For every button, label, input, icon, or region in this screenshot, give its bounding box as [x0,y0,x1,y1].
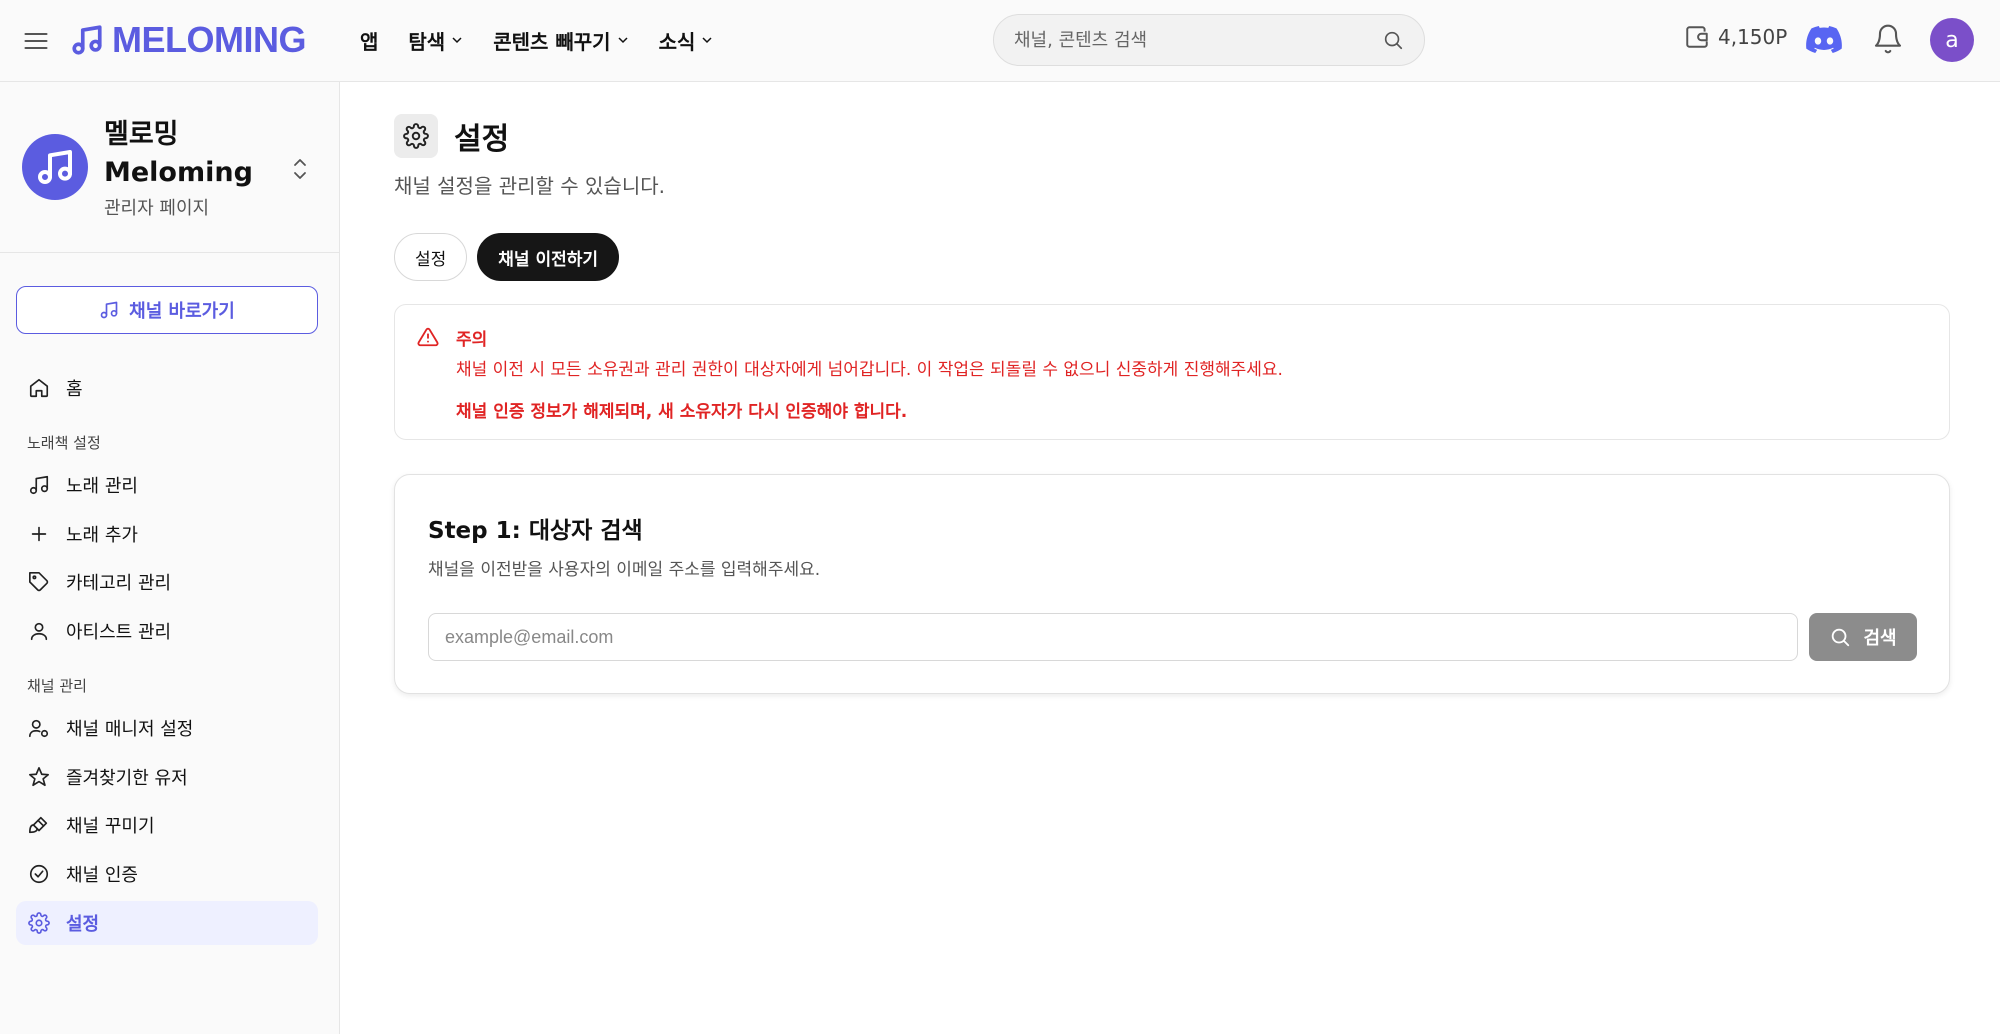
music-note-icon [99,300,119,320]
sidebar-item-label: 노래 관리 [66,476,138,497]
bell-icon[interactable] [1872,22,1904,56]
search-button-label: 검색 [1863,628,1897,649]
alert-triangle-icon [417,326,439,348]
page-description: 채널 설정을 관리할 수 있습니다. [394,174,665,198]
sidebar-item-category[interactable]: 카테고리 관리 [16,560,318,604]
sidebar-item-label: 설정 [66,914,100,935]
step1-card: Step 1: 대상자 검색 채널을 이전받을 사용자의 이메일 주소를 입력해… [394,474,1950,694]
user-cog-icon [28,717,50,739]
nav-news[interactable]: 소식 [659,26,714,55]
warning-message: 채널 이전 시 모든 소유권과 관리 권한이 대상자에게 넘어갑니다. 이 작업… [456,360,1283,380]
sidebar-item-favorites[interactable]: 즐겨찾기한 유저 [16,755,318,799]
logo-text: MELOMING [112,19,306,60]
sidebar: 멜로밍 Meloming 관리자 페이지 채널 바로가기 홈 노래책 설정 노래… [0,82,340,1034]
nav-label: 콘텐츠 빼꾸기 [493,29,611,54]
search-user-button[interactable]: 검색 [1809,613,1917,661]
menu-icon[interactable] [22,27,50,55]
step1-title: Step 1: 대상자 검색 [428,518,643,544]
badge-check-icon [28,863,50,885]
sidebar-item-song-add[interactable]: 노래 추가 [16,512,318,556]
email-field[interactable] [428,613,1798,661]
wallet-icon [1684,24,1710,50]
home-icon [28,377,50,399]
page-title: 설정 [454,122,510,157]
star-icon [28,766,50,788]
sidebar-item-label: 채널 매니저 설정 [66,719,194,740]
points-balance[interactable]: 4,150P [1684,24,1787,50]
settings-tabs: 설정 채널 이전하기 [394,233,620,281]
user-avatar[interactable]: a [1930,18,1974,62]
music-note-icon [35,147,75,187]
tab-settings[interactable]: 설정 [394,233,468,281]
channel-switcher[interactable]: 멜로밍 Meloming 관리자 페이지 [22,116,318,219]
sidebar-item-manager[interactable]: 채널 매니저 설정 [16,706,318,750]
gear-icon [28,912,50,934]
channel-avatar [22,134,88,200]
search-icon [1829,626,1851,648]
goto-channel-button[interactable]: 채널 바로가기 [16,286,318,334]
user-icon [28,620,50,642]
brush-icon [28,814,50,836]
sidebar-item-label: 아티스트 관리 [66,622,172,643]
tab-transfer-channel[interactable]: 채널 이전하기 [477,233,620,281]
channel-subtitle: 관리자 페이지 [104,198,210,219]
sidebar-item-label: 채널 꾸미기 [66,816,155,837]
nav-explore[interactable]: 탐색 [408,26,463,55]
nav-label: 소식 [658,29,696,54]
sidebar-item-label: 채널 인증 [66,865,138,886]
sidebar-item-label: 즐겨찾기한 유저 [66,768,188,789]
sidebar-item-settings[interactable]: 설정 [16,901,318,945]
sidebar-item-artist[interactable]: 아티스트 관리 [16,609,318,653]
warning-title: 주의 [456,330,488,350]
tag-icon [28,571,50,593]
chevron-down-icon [617,34,629,46]
chevron-down-icon [701,34,713,46]
logo[interactable]: MELOMING [70,18,306,62]
chevron-up-down-icon [290,156,310,182]
search-bar [993,14,1425,66]
sidebar-item-home[interactable]: 홈 [16,366,318,410]
sidebar-item-label: 카테고리 관리 [66,573,172,594]
top-header: MELOMING 앱 탐색 콘텐츠 빼꾸기 소식 4,150P [0,0,2000,82]
sidebar-item-song-manage[interactable]: 노래 관리 [16,463,318,507]
chevron-down-icon [451,34,463,46]
discord-icon[interactable] [1806,24,1842,56]
goto-channel-label: 채널 바로가기 [129,301,235,322]
section-songbook: 노래책 설정 [27,434,101,452]
section-channel: 채널 관리 [27,677,87,695]
nav-app[interactable]: 앱 [360,26,378,55]
step1-description: 채널을 이전받을 사용자의 이메일 주소를 입력해주세요. [428,560,821,580]
page-header: 설정 [394,114,509,158]
points-text: 4,150P [1718,25,1788,49]
top-nav: 앱 탐색 콘텐츠 빼꾸기 소식 [360,22,713,58]
search-input[interactable] [1014,29,1382,51]
gear-icon [394,114,438,158]
nav-content[interactable]: 콘텐츠 빼꾸기 [493,26,628,55]
warning-message-verification: 채널 인증 정보가 해제되며, 새 소유자가 다시 인증해야 합니다. [456,402,908,422]
sidebar-item-label: 홈 [66,379,83,400]
sidebar-item-verify[interactable]: 채널 인증 [16,852,318,896]
channel-name-en: Meloming [104,157,253,188]
music-note-icon [70,23,104,57]
sidebar-item-label: 노래 추가 [66,525,138,546]
channel-name-ko: 멜로밍 [104,119,179,150]
sidebar-item-decorate[interactable]: 채널 꾸미기 [16,803,318,847]
warning-box: 주의 채널 이전 시 모든 소유권과 관리 권한이 대상자에게 넘어갑니다. 이… [394,304,1950,440]
music-note-icon [28,474,50,496]
nav-label: 탐색 [408,29,446,54]
plus-icon [28,523,50,545]
nav-label: 앱 [360,29,379,54]
search-icon[interactable] [1382,29,1404,51]
divider [0,252,340,253]
